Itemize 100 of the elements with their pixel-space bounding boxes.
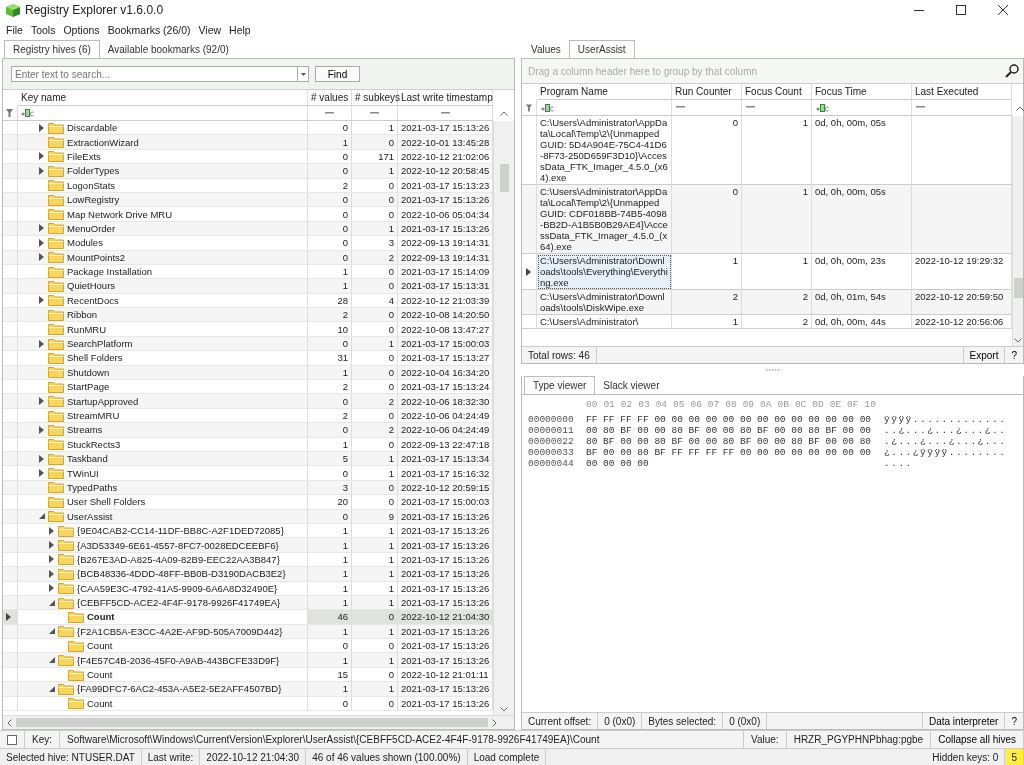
menu-item[interactable]: Tools	[26, 24, 60, 36]
expand-arrow-icon[interactable]	[39, 238, 44, 247]
menu-item[interactable]: View	[194, 24, 226, 36]
operator-icon[interactable]	[676, 106, 685, 109]
operator-icon[interactable]	[746, 106, 755, 109]
grid-row[interactable]: C:\Users\Administrator\AppData\Local\Temp\2\{Unmapped GUID: 5D4A904E-75C4-41D6-8F73-250D659F3D10}\AccessData_FTK_Imager_4.5.0_(x64).exe 0 1 0d, 0h, 00m, 05s	[522, 116, 1012, 185]
filter-icon[interactable]	[526, 103, 532, 112]
tab[interactable]: Values	[523, 42, 569, 58]
tree-cell[interactable]: ExtractionWizard	[18, 135, 308, 150]
tree-cell[interactable]: {A3D53349-6E61-4557-8FC7-0028EDCEEBF6}	[18, 538, 308, 553]
expand-arrow-icon[interactable]	[49, 526, 54, 535]
column-header[interactable]: Program Name	[537, 84, 672, 100]
collapse-arrow-icon[interactable]	[48, 628, 55, 635]
tree-cell[interactable]: FolderTypes	[18, 164, 308, 179]
expand-arrow-icon[interactable]	[39, 166, 44, 175]
expand-arrow-icon[interactable]	[49, 569, 54, 578]
tree-row[interactable]: Count 46 0 2022-10-12 21:04:30	[3, 610, 493, 625]
tree-cell[interactable]: RunMRU	[18, 322, 308, 337]
grid-row[interactable]: C:\Users\Administrator\Downloads\tools\DiskWipe.exe 2 2 0d, 0h, 01m, 54s 2022-10-12 20:59:50	[522, 290, 1012, 315]
operator-icon[interactable]	[440, 111, 450, 115]
scroll-right-icon[interactable]	[492, 718, 497, 727]
close-icon[interactable]	[998, 5, 1008, 15]
expand-arrow-icon[interactable]	[39, 296, 44, 305]
column-header[interactable]: # values	[308, 90, 352, 106]
tree-row[interactable]: Shell Folders 31 0 2021-03-17 15:13:27	[3, 351, 493, 366]
search-field[interactable]: Enter text to search...	[11, 66, 297, 82]
export-button[interactable]: Export	[962, 347, 1005, 363]
menu-item[interactable]: Options	[59, 24, 104, 36]
tree-cell[interactable]: Streams	[18, 423, 308, 438]
tab[interactable]: Registry hives (6)	[4, 40, 100, 58]
text-filter-icon[interactable]	[21, 109, 34, 117]
search-icon[interactable]	[1005, 64, 1019, 78]
tree-cell[interactable]: {F4E57C4B-2036-45F0-A9AB-443BCFE33D9F}	[18, 653, 308, 668]
dropdown-button[interactable]	[297, 66, 309, 82]
expand-arrow-icon[interactable]	[49, 541, 54, 549]
operator-icon[interactable]	[325, 111, 334, 115]
tree-row[interactable]: Count 0 0 2021-03-17 15:13:26	[3, 639, 493, 654]
find-button[interactable]: Find	[315, 66, 360, 82]
operator-icon[interactable]	[916, 106, 925, 109]
tab[interactable]: Type viewer	[524, 376, 596, 394]
column-header[interactable]: Focus Count	[742, 84, 812, 100]
scroll-up-icon[interactable]	[1016, 105, 1024, 111]
tree-row[interactable]: {BCB48336-4DDD-48FF-BB0B-D3190DACB3E2} 1 1 2021-03-17 15:13:26	[3, 567, 493, 582]
tree-cell[interactable]: TWinUI	[18, 466, 308, 481]
tree-row[interactable]: Modules 0 3 2022-09-13 19:14:31	[3, 236, 493, 251]
operator-icon[interactable]	[370, 111, 379, 115]
collapse-arrow-icon[interactable]	[48, 657, 55, 664]
tree-row[interactable]: QuietHours 1 0 2021-03-17 15:13:31	[3, 279, 493, 294]
text-filter-icon[interactable]	[816, 103, 829, 112]
grid-row[interactable]: C:\Users\Administrator\Downloads\tools\Everything\Everything.exe 1 1 0d, 0h, 00m, 23s 2022-10-12 19:29:32	[522, 254, 1012, 290]
expand-arrow-icon[interactable]	[39, 339, 44, 348]
collapse-arrow-icon[interactable]	[48, 599, 55, 606]
tree-cell[interactable]: StuckRects3	[18, 437, 308, 452]
tree-row[interactable]: StartupApproved 0 2 2022-10-06 18:32:30	[3, 394, 493, 409]
scroll-left-icon[interactable]	[7, 718, 12, 727]
help-button[interactable]: ?	[1004, 713, 1023, 729]
dropdown-icon[interactable]	[300, 72, 306, 76]
grid-row[interactable]: C:\Users\Administrator\AppData\Local\Temp\2\{Unmapped GUID: CDF018BB-74B5-4098-BB2D-A1B5B0B29AE4}\AccessData_FTK_Imager_4.5.0_(x64).exe 0 1 0d, 0h, 00m, 05s	[522, 185, 1012, 254]
expand-arrow-icon[interactable]	[39, 123, 44, 132]
menu-item[interactable]: Help	[225, 24, 255, 36]
menu-item[interactable]: File	[2, 24, 27, 36]
tree-row[interactable]: Map Network Drive MRU 0 0 2022-10-06 05:04:34	[3, 207, 493, 222]
help-button[interactable]: ?	[1004, 347, 1023, 363]
tree-row[interactable]: {FA99DFC7-6AC2-453A-A5E2-5E2AFF4507BD} 1 1 2021-03-17 15:13:26	[3, 682, 493, 697]
expand-arrow-icon[interactable]	[39, 425, 44, 434]
filter-icon[interactable]	[6, 109, 13, 117]
tree-cell[interactable]: Shell Folders	[18, 351, 308, 366]
tree-cell[interactable]: QuietHours	[18, 279, 308, 294]
tree-cell[interactable]: User Shell Folders	[18, 495, 308, 510]
tree-cell[interactable]: UserAssist	[18, 509, 308, 524]
tree-cell[interactable]: Modules	[18, 236, 308, 251]
data-interpreter-button[interactable]: Data interpreter	[921, 713, 1005, 729]
tree-row[interactable]: ExtractionWizard 1 0 2022-10-01 13:45:28	[3, 135, 493, 150]
tree-row[interactable]: {A3D53349-6E61-4557-8FC7-0028EDCEEBF6} 1 1 2021-03-17 15:13:26	[3, 538, 493, 553]
expand-arrow-icon[interactable]	[49, 555, 54, 564]
tree-row[interactable]: FolderTypes 0 1 2022-10-12 20:58:45	[3, 164, 493, 179]
expand-arrow-icon[interactable]	[39, 152, 44, 161]
tree-cell[interactable]: StartupApproved	[18, 394, 308, 409]
scroll-up-icon[interactable]	[499, 111, 508, 116]
tab[interactable]: Available bookmarks (92/0)	[99, 42, 237, 58]
column-header[interactable]: Focus Time	[812, 84, 912, 100]
expand-arrow-icon[interactable]	[39, 224, 44, 233]
tree-cell[interactable]: LogonStats	[18, 178, 308, 193]
collapse-arrow-icon[interactable]	[38, 513, 45, 520]
tree-cell[interactable]: MountPoints2	[18, 250, 308, 265]
expand-arrow-icon[interactable]	[39, 454, 44, 463]
tree-row[interactable]: StartPage 2 0 2021-03-17 15:13:24	[3, 380, 493, 395]
tree-cell[interactable]: Count	[18, 696, 308, 711]
tree-cell[interactable]: {BCB48336-4DDD-48FF-BB0B-D3190DACB3E2}	[18, 567, 308, 582]
maximize-icon[interactable]	[956, 5, 966, 15]
tree-cell[interactable]: {FA99DFC7-6AC2-453A-A5E2-5E2AFF4507BD}	[18, 682, 308, 697]
scroll-down-icon[interactable]	[500, 707, 508, 712]
grid-row[interactable]: C:\Users\Administrator\ 1 2 0d, 0h, 00m, 44s 2022-10-12 20:56:06	[522, 315, 1012, 329]
expand-arrow-icon[interactable]	[39, 253, 44, 262]
tree-row[interactable]: User Shell Folders 20 0 2021-03-17 15:00:03	[3, 495, 493, 510]
checkbox[interactable]	[7, 734, 17, 745]
scrollbar-thumb[interactable]	[16, 718, 488, 727]
expand-arrow-icon[interactable]	[49, 584, 54, 593]
scrollbar-thumb[interactable]	[1013, 278, 1023, 298]
collapse-arrow-icon[interactable]	[48, 685, 55, 692]
